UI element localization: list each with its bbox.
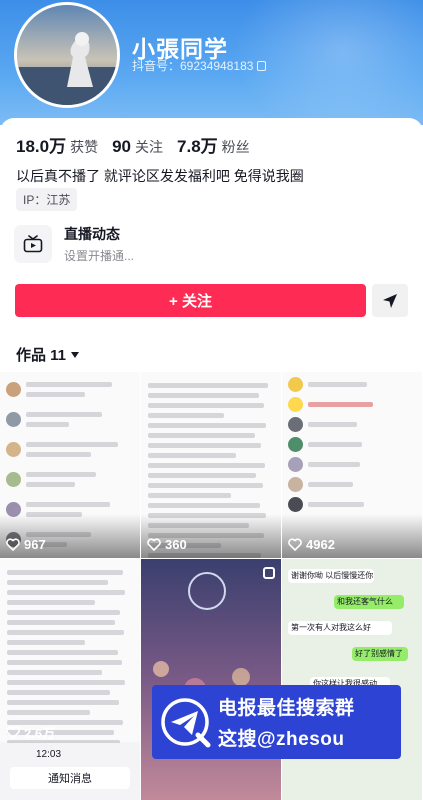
stat-label: 粉丝 bbox=[221, 139, 250, 155]
live-tv-icon bbox=[14, 225, 52, 263]
notice-label: 通知消息 bbox=[10, 767, 130, 789]
chat-bubble: 第一次有人对我这么好 bbox=[288, 621, 392, 635]
live-text: 直播动态 设置开播通... bbox=[64, 224, 134, 264]
stat-following[interactable]: 90 关注 bbox=[112, 137, 163, 157]
video-thumbnail[interactable]: 967 bbox=[0, 372, 140, 558]
stat-value: 7.8万 bbox=[177, 137, 218, 156]
stat-likes[interactable]: 18.0万 获赞 bbox=[16, 132, 98, 157]
follow-button[interactable]: + 关注 bbox=[15, 284, 366, 317]
stat-value: 18.0万 bbox=[16, 137, 67, 156]
douyin-id[interactable]: 抖音号：69234948183 bbox=[132, 57, 267, 74]
multi-image-icon bbox=[263, 567, 275, 579]
live-dynamics-entry[interactable]: 直播动态 设置开播通... bbox=[14, 224, 134, 264]
video-thumbnail[interactable]: 4962 bbox=[282, 372, 422, 558]
tab-works[interactable]: 作品 11 bbox=[16, 344, 80, 365]
video-thumbnail[interactable]: 2.6万 12:03 通知消息 bbox=[0, 559, 140, 800]
video-thumbnail[interactable]: 360 bbox=[141, 372, 281, 558]
heart-outline-icon bbox=[6, 726, 20, 739]
stat-label: 关注 bbox=[135, 139, 164, 155]
stat-followers[interactable]: 7.8万 粉丝 bbox=[177, 132, 250, 157]
video-thumbnail[interactable] bbox=[141, 559, 281, 800]
heart-outline-icon bbox=[6, 538, 20, 551]
telegram-search-logo-icon bbox=[161, 698, 211, 748]
chat-screenshot-bottom: 12:03 通知消息 bbox=[0, 743, 140, 800]
like-count: 4962 bbox=[288, 537, 335, 552]
bio-text: 以后真不播了 就评论区发发福利吧 免得说我圈 bbox=[16, 168, 304, 184]
send-arrow-icon bbox=[383, 293, 397, 308]
copy-icon[interactable] bbox=[257, 60, 267, 71]
live-title: 直播动态 bbox=[64, 226, 120, 242]
chat-bubble: 好了别感情了 bbox=[352, 647, 408, 661]
stat-label: 获赞 bbox=[70, 139, 99, 155]
like-count: 967 bbox=[6, 537, 46, 552]
avatar[interactable] bbox=[14, 2, 120, 108]
night-city-image bbox=[141, 559, 281, 800]
douyin-id-text: 抖音号：69234948183 bbox=[132, 59, 254, 73]
chat-bubble: 谢谢你呦 以后慢慢还你 bbox=[288, 569, 374, 583]
watermark-line-2: 这搜@zhesou bbox=[218, 729, 345, 750]
time-label: 12:03 bbox=[36, 749, 62, 760]
like-count: 2.6万 bbox=[6, 723, 55, 742]
stat-value: 90 bbox=[112, 137, 132, 156]
tab-works-label: 作品 11 bbox=[16, 347, 67, 364]
chat-bubble: 和我还客气什么 bbox=[334, 595, 404, 609]
watermark-line-1: 电报最佳搜索群 bbox=[218, 698, 355, 719]
like-count-value: 360 bbox=[165, 537, 187, 552]
video-thumbnail[interactable]: 谢谢你呦 以后慢慢还你 和我还客气什么 第一次有人对我这么好 好了别感情了 你这… bbox=[282, 559, 422, 800]
watermark-banner: 电报最佳搜索群 这搜@zhesou bbox=[152, 685, 401, 759]
ip-location-tag: IP：江苏 bbox=[16, 188, 78, 211]
like-count: 360 bbox=[147, 537, 187, 552]
heart-outline-icon bbox=[288, 538, 302, 551]
like-count-value: 2.6万 bbox=[24, 726, 56, 741]
like-count-value: 967 bbox=[24, 537, 46, 552]
live-subtitle: 设置开播通... bbox=[64, 249, 135, 263]
like-count-value: 4962 bbox=[306, 537, 335, 552]
heart-outline-icon bbox=[147, 538, 161, 551]
stats-row: 18.0万 获赞 90 关注 7.8万 粉丝 bbox=[16, 132, 250, 157]
send-message-button[interactable] bbox=[372, 284, 408, 317]
dropdown-triangle-icon bbox=[71, 351, 80, 358]
